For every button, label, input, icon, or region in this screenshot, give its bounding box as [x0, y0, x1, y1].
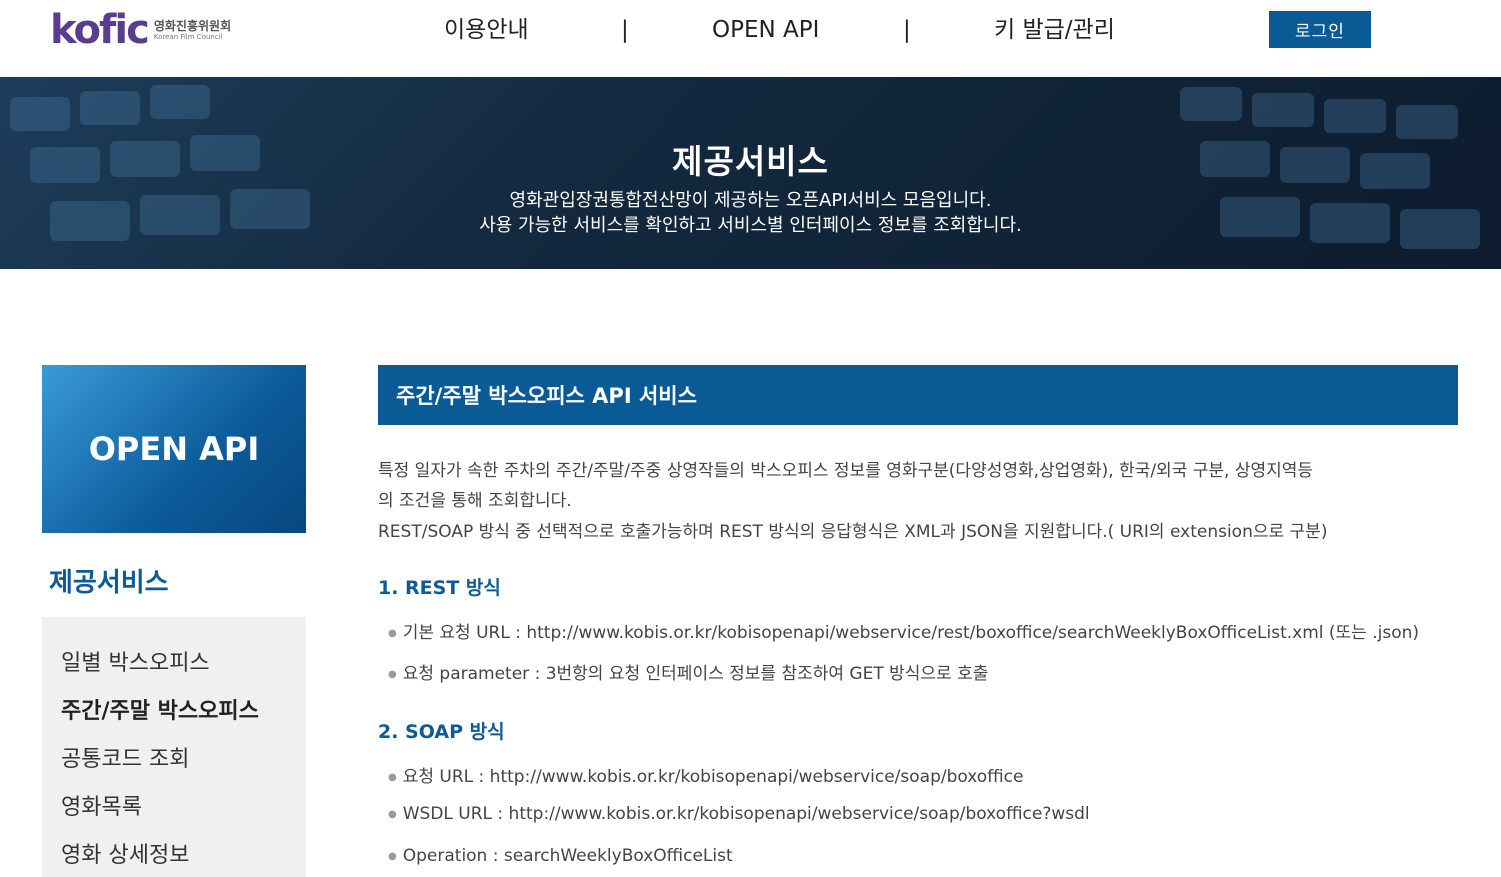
nav-separator: |: [903, 17, 911, 43]
sidebar-category-box: OPEN API: [42, 365, 306, 533]
soap-operation-text: Operation : searchWeeklyBoxOfficeList: [402, 846, 733, 866]
rest-base-url-item: ● 기본 요청 URL : http://www.kobis.or.kr/kobi…: [388, 618, 1419, 643]
nav-item-open-api[interactable]: OPEN API: [712, 12, 819, 48]
banner-title: 제공서비스: [672, 142, 829, 181]
sidebar-heading: 제공서비스: [49, 568, 169, 598]
section-rest-title: 1. REST 방식: [378, 577, 501, 599]
sidebar-item-common-code[interactable]: 공통코드 조회: [61, 741, 189, 773]
soap-wsdl-url-item: ● WSDL URL : http://www.kobis.or.kr/kobis…: [388, 804, 1090, 824]
content-title: 주간/주말 박스오피스 API 서비스: [396, 384, 697, 408]
nav-separator: |: [621, 17, 629, 43]
sidebar-item-weekly-boxoffice[interactable]: 주간/주말 박스오피스: [61, 693, 259, 725]
bullet-dot-icon: ●: [388, 771, 397, 783]
soap-operation-item: ● Operation : searchWeeklyBoxOfficeList: [388, 846, 733, 866]
sidebar-item-daily-boxoffice[interactable]: 일별 박스오피스: [61, 645, 210, 677]
service-description-line-3: REST/SOAP 방식 중 선택적으로 호출가능하며 REST 방식의 응답형…: [378, 522, 1328, 542]
sidebar-item-movie-detail[interactable]: 영화 상세정보: [61, 837, 189, 869]
page-banner: 제공서비스 영화관입장권통합전산망이 제공하는 오픈API서비스 모음입니다. …: [0, 77, 1501, 269]
login-button[interactable]: 로그인: [1269, 11, 1371, 48]
sidebar-menu: 일별 박스오피스 주간/주말 박스오피스 공통코드 조회 영화목록 영화 상세정…: [42, 617, 306, 877]
nav-item-usage-guide[interactable]: 이용안내: [444, 12, 529, 48]
nav-item-key-management[interactable]: 키 발급/관리: [994, 12, 1115, 48]
soap-request-url-text: 요청 URL : http://www.kobis.or.kr/kobisope…: [402, 767, 1024, 787]
section-soap-title: 2. SOAP 방식: [378, 721, 505, 743]
bullet-dot-icon: ●: [388, 668, 397, 680]
sidebar-item-movie-list[interactable]: 영화목록: [61, 789, 142, 821]
soap-wsdl-url-text: WSDL URL : http://www.kobis.or.kr/kobiso…: [402, 804, 1090, 824]
sidebar-category-title: OPEN API: [88, 430, 260, 468]
rest-parameter-item: ● 요청 parameter : 3번항의 요청 인터페이스 정보를 참조하여 G…: [388, 659, 988, 684]
banner-description-line-2: 사용 가능한 서비스를 확인하고 서비스별 인터페이스 정보를 조회합니다.: [479, 215, 1022, 236]
rest-parameter-text: 요청 parameter : 3번항의 요청 인터페이스 정보를 참조하여 GE…: [402, 664, 989, 684]
rest-base-url-text: 기본 요청 URL : http://www.kobis.or.kr/kobis…: [402, 623, 1420, 643]
soap-request-url-item: ● 요청 URL : http://www.kobis.or.kr/kobisop…: [388, 762, 1023, 787]
content-title-bar: 주간/주말 박스오피스 API 서비스: [378, 365, 1458, 425]
bullet-dot-icon: ●: [388, 850, 397, 862]
bullet-dot-icon: ●: [388, 627, 397, 639]
service-description-line-1: 특정 일자가 속한 주차의 주간/주말/주중 상영작들의 박스오피스 정보를 영…: [378, 461, 1314, 481]
service-description-line-2: 의 조건을 통해 조회합니다.: [378, 491, 572, 511]
bullet-dot-icon: ●: [388, 808, 397, 820]
site-header: kofic 영화진흥위원회 Korean Film Council 이용안내 |…: [0, 0, 1501, 77]
banner-description-line-1: 영화관입장권통합전산망이 제공하는 오픈API서비스 모음입니다.: [509, 190, 992, 211]
